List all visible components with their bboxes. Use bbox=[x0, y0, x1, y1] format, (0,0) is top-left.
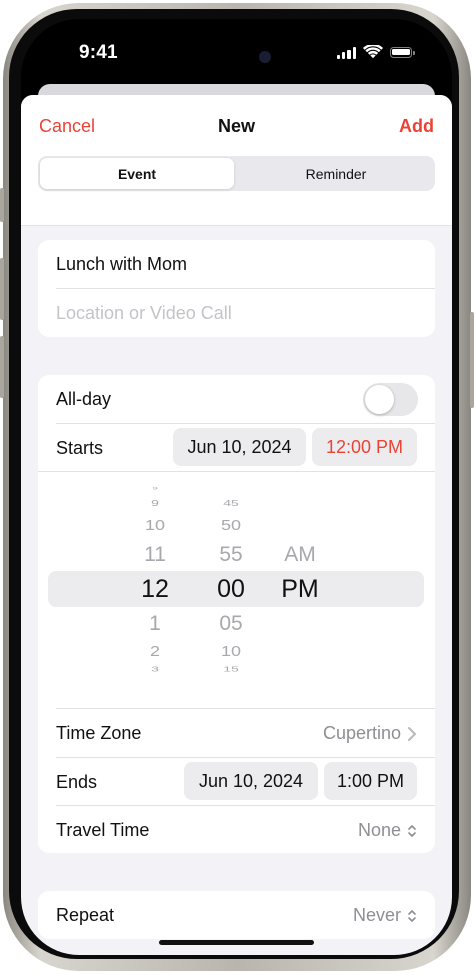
starts-label: Starts bbox=[56, 438, 104, 458]
ampm-wheel[interactable]: AM PM bbox=[270, 475, 330, 693]
picker-value: 1 bbox=[149, 612, 161, 635]
location-field[interactable]: Location or Video Call bbox=[56, 303, 232, 324]
timezone-value: Cupertino bbox=[322, 723, 401, 743]
add-button[interactable]: Add bbox=[399, 116, 434, 137]
screen: 9:41 Cancel New Add Event Reminder Lunch… bbox=[21, 19, 452, 955]
minute-wheel[interactable]: 45 50 55 00 05 10 15 bbox=[201, 475, 261, 693]
travel-time-value: None bbox=[357, 820, 401, 840]
picker-value: 55 bbox=[219, 543, 243, 566]
wifi-icon bbox=[363, 45, 383, 59]
chevron-updown-icon bbox=[408, 909, 416, 922]
ends-row: Ends Jun 10, 2024 1:00 PM bbox=[38, 758, 435, 806]
travel-time-value-group: None bbox=[358, 820, 417, 841]
picker-value: 15 bbox=[223, 665, 239, 673]
starts-time-button[interactable]: 12:00 PM bbox=[312, 428, 417, 466]
battery-icon bbox=[390, 46, 415, 58]
picker-value: 9 bbox=[151, 498, 159, 508]
timezone-label: Time Zone bbox=[56, 723, 142, 743]
ends-label: Ends bbox=[56, 772, 98, 792]
starts-row: Starts Jun 10, 2024 12:00 PM bbox=[38, 424, 435, 472]
picker-value: 3 bbox=[151, 665, 159, 673]
repeat-value-group: Never bbox=[353, 905, 417, 926]
home-indicator[interactable] bbox=[159, 940, 314, 945]
repeat-label: Repeat bbox=[56, 905, 115, 925]
travel-time-label: Travel Time bbox=[56, 820, 150, 840]
chevron-updown-icon bbox=[408, 824, 416, 837]
power-button bbox=[470, 312, 474, 408]
ends-time-button[interactable]: 1:00 PM bbox=[324, 762, 417, 800]
hour-wheel[interactable]: 9 9 10 11 12 1 2 3 bbox=[125, 475, 185, 693]
volume-down-button bbox=[0, 336, 4, 398]
divider bbox=[56, 288, 435, 289]
ends-date-button[interactable]: Jun 10, 2024 bbox=[184, 762, 318, 800]
chevron-right-icon bbox=[408, 726, 416, 741]
camera-icon bbox=[259, 51, 271, 63]
allday-row: All-day bbox=[38, 375, 435, 423]
picker-value: AM bbox=[284, 543, 316, 566]
divider bbox=[38, 471, 435, 472]
starts-date-button[interactable]: Jun 10, 2024 bbox=[173, 428, 306, 466]
picker-value: 05 bbox=[219, 612, 243, 635]
time-picker[interactable]: 9 9 10 11 12 1 2 3 45 50 55 00 05 10 15 bbox=[38, 475, 435, 693]
cellular-signal-icon bbox=[336, 46, 356, 59]
repeat-value: Never bbox=[352, 905, 401, 925]
toggle-knob bbox=[365, 385, 394, 414]
title-field[interactable]: Lunch with Mom bbox=[56, 254, 187, 275]
picker-selected-minute: 00 bbox=[217, 575, 245, 603]
picker-value: 50 bbox=[220, 517, 242, 534]
dynamic-island bbox=[177, 39, 299, 75]
allday-label: All-day bbox=[56, 389, 112, 409]
sheet-title: New bbox=[217, 116, 255, 136]
status-bar: 9:41 bbox=[21, 19, 452, 89]
system-icons bbox=[336, 45, 415, 59]
travel-time-row[interactable]: Travel Time None bbox=[38, 806, 435, 853]
picker-selected-hour: 12 bbox=[141, 575, 169, 603]
repeat-card[interactable]: Repeat Never bbox=[38, 891, 435, 939]
timezone-value-group: Cupertino bbox=[323, 723, 417, 744]
schedule-card: All-day Starts Jun 10, 2024 12:00 PM 9 9… bbox=[38, 375, 435, 853]
picker-value: 2 bbox=[149, 643, 160, 660]
side-button bbox=[0, 188, 4, 222]
segment-event[interactable]: Event bbox=[40, 158, 234, 189]
picker-value: 11 bbox=[144, 543, 166, 566]
volume-up-button bbox=[0, 258, 4, 320]
picker-value: 9 bbox=[152, 486, 158, 491]
segment-reminder[interactable]: Reminder bbox=[239, 158, 433, 189]
sheet-header: Cancel New Add Event Reminder bbox=[21, 95, 452, 226]
title-location-card: Lunch with Mom Location or Video Call bbox=[38, 240, 435, 337]
status-time: 9:41 bbox=[79, 42, 118, 63]
event-type-segmented-control: Event Reminder bbox=[38, 156, 435, 191]
allday-toggle[interactable] bbox=[363, 383, 418, 416]
picker-value: 10 bbox=[144, 517, 166, 534]
picker-value: 45 bbox=[223, 498, 239, 508]
timezone-row[interactable]: Time Zone Cupertino bbox=[38, 709, 435, 757]
picker-value: 10 bbox=[220, 643, 242, 660]
picker-selected-ampm: PM bbox=[281, 575, 319, 603]
new-event-sheet: Cancel New Add Event Reminder Lunch with… bbox=[21, 95, 452, 955]
